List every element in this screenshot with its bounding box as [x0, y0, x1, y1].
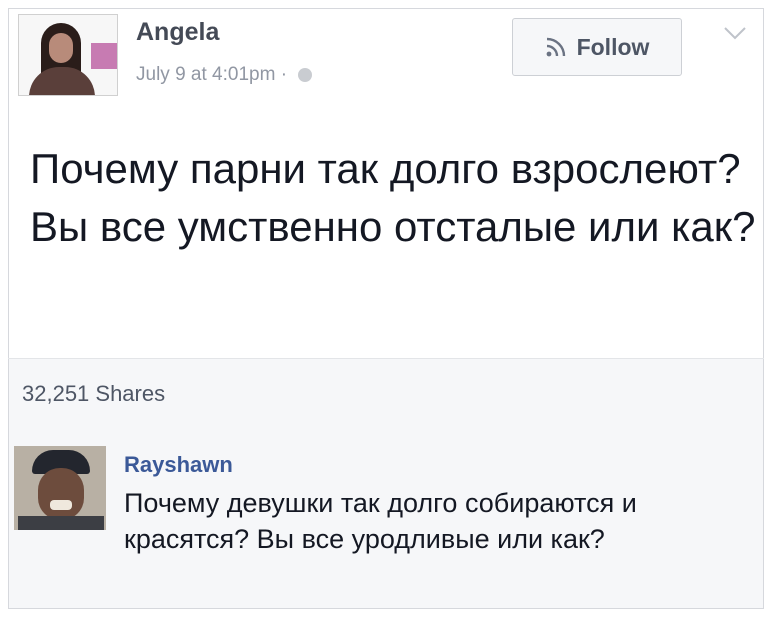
post-timestamp[interactable]: July 9 at 4:01pm ·: [136, 64, 313, 86]
post-author-name[interactable]: Angela: [136, 18, 219, 47]
author-avatar[interactable]: [18, 14, 118, 96]
post-text: Почему парни так долго взрослеют? Вы все…: [30, 145, 756, 250]
commenter-avatar[interactable]: [14, 446, 106, 530]
chevron-down-icon[interactable]: [722, 24, 748, 42]
commenter-name[interactable]: Rayshawn: [124, 452, 233, 478]
timestamp-text: July 9 at 4:01pm ·: [136, 64, 288, 85]
comment-text: Почему девушки так долго собираются и кр…: [124, 488, 637, 554]
follow-label: Follow: [576, 33, 650, 60]
shares-count[interactable]: 32,251 Shares: [22, 381, 165, 407]
rss-icon: [546, 37, 565, 57]
globe-icon: [298, 67, 313, 82]
follow-button[interactable]: Follow: [512, 18, 682, 76]
